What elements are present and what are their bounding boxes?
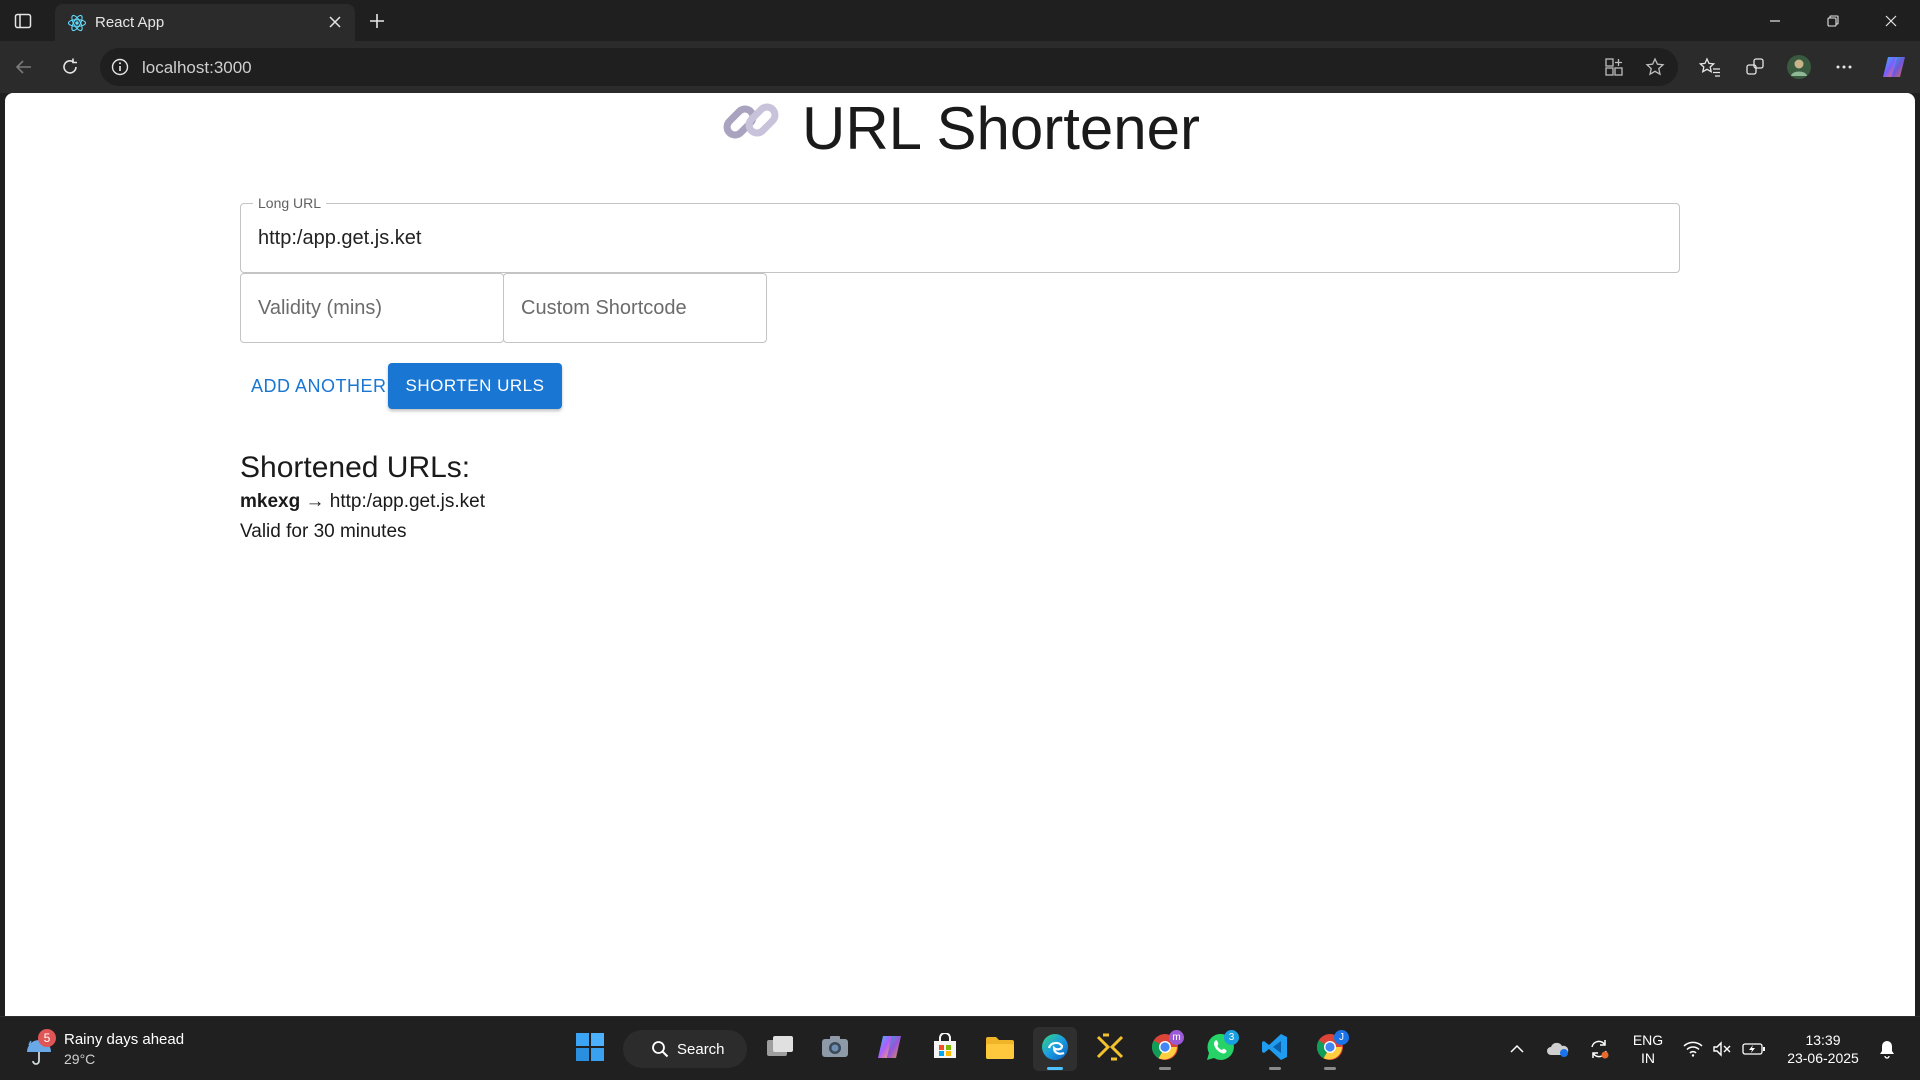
task-view-button[interactable] xyxy=(758,1027,802,1071)
tab-actions-icon[interactable] xyxy=(10,8,36,34)
file-explorer-app[interactable] xyxy=(978,1027,1022,1071)
result-item: mkexg → http:/app.get.js.ket xyxy=(240,491,485,513)
weather-widget[interactable]: 5 Rainy days ahead 29°C xyxy=(20,1029,220,1071)
search-label: Search xyxy=(677,1040,725,1058)
taskbar-search[interactable]: Search xyxy=(623,1030,747,1068)
app-yellow-icon xyxy=(1095,1032,1125,1067)
windows-icon xyxy=(575,1032,605,1067)
sync-icon[interactable] xyxy=(1585,1035,1613,1063)
onedrive-icon[interactable] xyxy=(1544,1035,1572,1063)
chrome-app-j[interactable]: J xyxy=(1308,1027,1352,1071)
camera-icon xyxy=(820,1034,850,1065)
tab-close-icon[interactable] xyxy=(325,12,345,32)
volume-muted-icon[interactable] xyxy=(1709,1035,1735,1063)
new-tab-icon[interactable] xyxy=(364,8,390,34)
weather-temp: 29°C xyxy=(64,1051,96,1067)
shorten-urls-button[interactable]: SHORTEN URLS xyxy=(388,363,562,409)
profile-badge: J xyxy=(1334,1030,1349,1045)
back-icon[interactable] xyxy=(8,51,40,83)
url-text: localhost:3000 xyxy=(142,58,252,77)
shortcode-field[interactable] xyxy=(503,273,767,343)
store-icon xyxy=(931,1031,959,1066)
whatsapp-app[interactable]: 3 xyxy=(1198,1027,1242,1071)
chevron-up-icon[interactable] xyxy=(1505,1035,1529,1063)
edge-icon xyxy=(1040,1032,1070,1067)
unread-badge: 3 xyxy=(1224,1030,1239,1045)
battery-charging-icon[interactable] xyxy=(1740,1035,1768,1063)
page-title: URL Shortener xyxy=(5,93,1915,172)
results-heading: Shortened URLs: xyxy=(240,451,471,484)
favorite-star-icon[interactable] xyxy=(1643,55,1667,79)
window-close-icon[interactable] xyxy=(1862,0,1920,41)
profile-badge: m xyxy=(1169,1030,1184,1045)
edge-app[interactable] xyxy=(1033,1027,1077,1071)
result-arrow: → xyxy=(305,491,325,512)
copilot-icon[interactable] xyxy=(1878,51,1910,83)
browser-tab[interactable]: React App xyxy=(55,4,355,41)
vscode-app[interactable] xyxy=(1253,1027,1297,1071)
start-button[interactable] xyxy=(568,1027,612,1071)
long-url-input[interactable] xyxy=(241,204,1679,272)
task-view-icon xyxy=(765,1034,795,1065)
restore-icon[interactable] xyxy=(1804,0,1862,41)
site-info-icon[interactable] xyxy=(110,57,130,77)
running-indicator xyxy=(1159,1067,1171,1070)
app-available-icon[interactable] xyxy=(1602,55,1626,79)
yellow-app[interactable] xyxy=(1088,1027,1132,1071)
add-another-button[interactable]: ADD ANOTHER xyxy=(243,363,395,409)
clock-date: 23-06-2025 xyxy=(1787,1050,1859,1066)
running-indicator xyxy=(1269,1067,1281,1070)
result-url: http:/app.get.js.ket xyxy=(329,491,486,512)
validity-input[interactable] xyxy=(241,274,503,342)
more-options-icon[interactable] xyxy=(1828,51,1860,83)
profile-avatar-icon[interactable] xyxy=(1783,51,1815,83)
clock-time: 13:39 xyxy=(1805,1032,1841,1048)
weather-text: Rainy days ahead xyxy=(64,1031,185,1048)
long-url-field[interactable]: Long URL xyxy=(240,195,1680,273)
copilot-icon xyxy=(875,1032,905,1067)
language-indicator[interactable]: ENG IN xyxy=(1628,1031,1668,1067)
windows-taskbar: 5 Rainy days ahead 29°C Search m 3 J ENG… xyxy=(0,1016,1920,1080)
active-indicator xyxy=(1047,1067,1063,1070)
copilot-app[interactable] xyxy=(868,1027,912,1071)
chrome-app-m[interactable]: m xyxy=(1143,1027,1187,1071)
validity-field[interactable] xyxy=(240,273,504,343)
store-app[interactable] xyxy=(923,1027,967,1071)
page-viewport: URL Shortener Long URL ADD ANOTHER SHORT… xyxy=(5,93,1915,1016)
browser-toolbar: localhost:3000 xyxy=(0,41,1920,93)
language-text: ENG xyxy=(1632,1032,1664,1048)
refresh-icon[interactable] xyxy=(54,51,86,83)
favorites-icon[interactable] xyxy=(1694,51,1726,83)
result-shortcode[interactable]: mkexg xyxy=(240,491,300,512)
address-bar[interactable]: localhost:3000 xyxy=(100,48,1678,86)
search-icon xyxy=(651,1040,669,1058)
browser-tab-bar: React App xyxy=(0,0,1920,41)
result-validity: Valid for 30 minutes xyxy=(240,521,407,542)
notification-bell-icon[interactable] xyxy=(1874,1035,1900,1063)
shortcode-input[interactable] xyxy=(504,274,766,342)
minimize-icon[interactable] xyxy=(1746,0,1804,41)
clock[interactable]: 13:39 23-06-2025 xyxy=(1782,1031,1864,1067)
folder-icon xyxy=(984,1033,1016,1066)
react-favicon-icon xyxy=(67,13,87,33)
wifi-icon[interactable] xyxy=(1680,1035,1706,1063)
running-indicator xyxy=(1324,1067,1336,1070)
extensions-icon[interactable] xyxy=(1739,51,1771,83)
weather-badge: 5 xyxy=(38,1029,56,1047)
page-title-text: URL Shortener xyxy=(802,95,1200,162)
tab-title: React App xyxy=(95,14,165,31)
link-icon xyxy=(720,93,782,168)
camera-app[interactable] xyxy=(813,1027,857,1071)
vscode-icon xyxy=(1260,1032,1290,1067)
region-text: IN xyxy=(1641,1050,1655,1066)
